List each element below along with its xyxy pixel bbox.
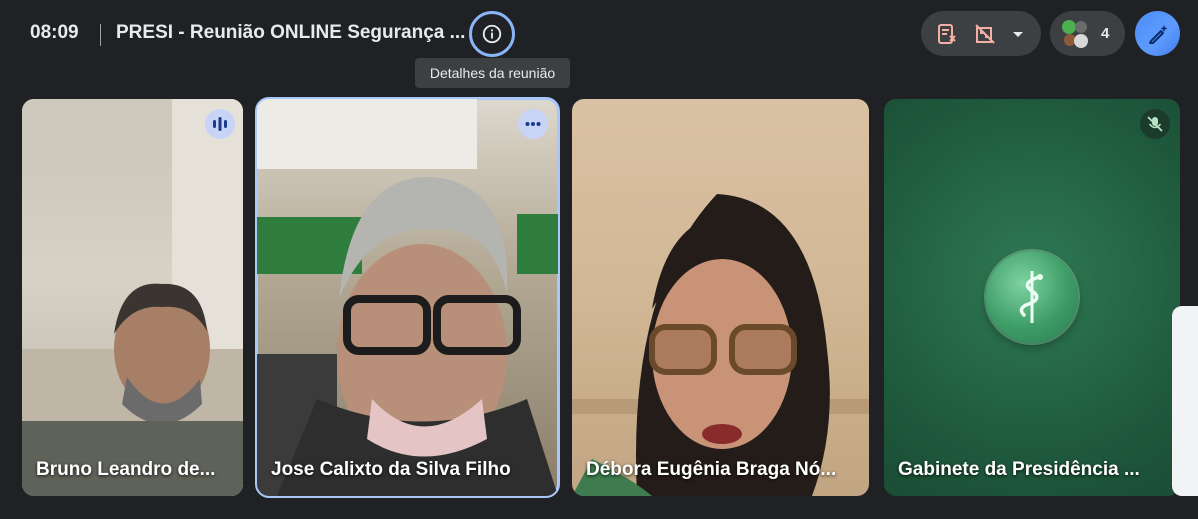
participant-tile[interactable]: Gabinete da Presidência ... [884, 99, 1180, 496]
participant-count: 4 [1101, 25, 1110, 42]
meeting-title: PRESI - Reunião ONLINE Segurança ... [116, 22, 466, 43]
divider [100, 24, 101, 46]
participants-icon [1062, 19, 1088, 48]
participant-name: Jose Calixto da Silva Filho [271, 459, 511, 480]
side-panel[interactable] [1172, 306, 1198, 496]
chevron-down-icon[interactable] [1011, 27, 1025, 41]
participant-tile[interactable]: Jose Calixto da Silva Filho [255, 97, 560, 498]
video-feed [572, 194, 869, 496]
more-options-icon [525, 122, 541, 126]
mic-muted-indicator [1140, 109, 1170, 139]
participant-name: Gabinete da Presidência ... [898, 459, 1140, 480]
participant-tile[interactable]: Débora Eugênia Braga Nó... [572, 99, 869, 496]
participant-name: Bruno Leandro de... [36, 459, 216, 480]
pen-sparkle-icon [1148, 24, 1167, 44]
more-options-button[interactable] [518, 109, 548, 139]
video-feed [22, 99, 243, 496]
video-feed [257, 99, 558, 496]
clock: 08:09 [30, 22, 79, 43]
caduceus-icon [1019, 271, 1043, 323]
speaking-indicator [205, 109, 235, 139]
ai-assistant-button[interactable] [1135, 11, 1180, 56]
info-icon [482, 24, 502, 44]
speaking-icon [213, 117, 227, 131]
no-building-icon[interactable] [973, 22, 997, 46]
tooltip: Detalhes da reunião [415, 58, 570, 88]
participants-button[interactable]: 4 [1050, 11, 1125, 56]
host-controls-pill[interactable] [921, 11, 1041, 56]
mic-off-icon [1147, 116, 1163, 132]
meeting-details-button[interactable] [469, 11, 515, 57]
participant-tile[interactable]: Bruno Leandro de... [22, 99, 243, 496]
caduceus-logo [986, 251, 1078, 343]
participant-name: Débora Eugênia Braga Nó... [586, 459, 837, 480]
notes-icon[interactable] [935, 22, 959, 46]
top-bar: 08:09 PRESI - Reunião ONLINE Segurança .… [0, 0, 1198, 88]
